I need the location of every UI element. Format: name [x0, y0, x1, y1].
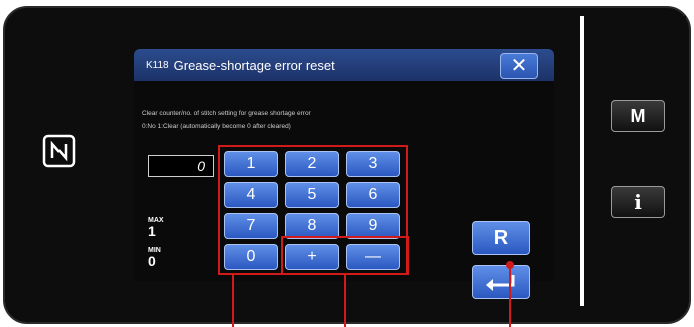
- enter-button[interactable]: [472, 265, 530, 299]
- min-value: 0: [148, 253, 156, 269]
- description: Clear counter/no. of stitch setting for …: [142, 107, 311, 133]
- dialog-titlebar: K118 Grease-shortage error reset ✕: [134, 49, 554, 81]
- max-value: 1: [148, 223, 156, 239]
- value-display: 0: [148, 155, 214, 177]
- close-icon: ✕: [510, 55, 528, 77]
- menu-button[interactable]: M: [611, 100, 665, 132]
- nfc-icon: [42, 134, 76, 168]
- description-line-1: Clear counter/no. of stitch setting for …: [142, 110, 311, 117]
- callout-line-enter: [509, 266, 511, 327]
- plusminus-highlight: [281, 236, 409, 275]
- reset-button[interactable]: R: [472, 221, 530, 255]
- callout-line-keypad: [232, 274, 234, 327]
- description-line-2: 0:No 1:Clear (automatically become 0 aft…: [142, 123, 291, 130]
- dialog-title: Grease-shortage error reset: [173, 57, 335, 73]
- callout-line-plusminus: [344, 274, 346, 327]
- info-button[interactable]: i: [611, 186, 665, 218]
- dialog-code: K118: [146, 59, 169, 71]
- close-button[interactable]: ✕: [500, 53, 538, 79]
- right-panel: [580, 16, 686, 306]
- callout-dot-enter: [506, 261, 514, 269]
- enter-icon: [486, 275, 515, 291]
